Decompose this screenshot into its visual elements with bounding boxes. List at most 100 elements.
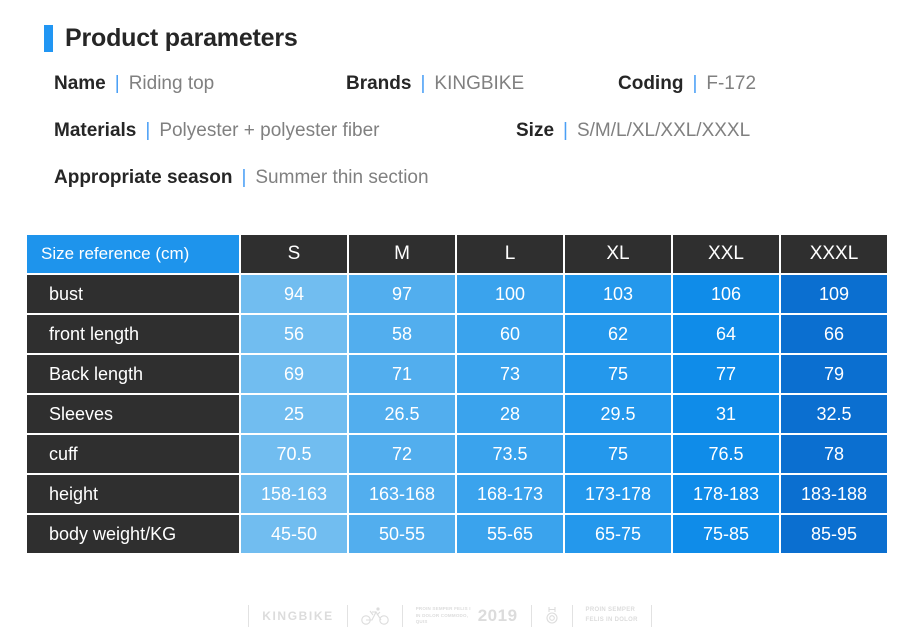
spec-key: Coding: [618, 73, 684, 94]
spec-separator: |: [114, 73, 120, 94]
footer-divider: [248, 605, 250, 627]
spec-season: Appropriate season | Summer thin section: [54, 167, 429, 189]
spec-key: Brands: [346, 73, 412, 94]
footer-branding: KINGBIKE PROIN SEMPER FELIS I IN DOLOR C…: [0, 605, 900, 627]
column-header-xxl: XXL: [673, 235, 779, 273]
cell-value: 56: [241, 315, 347, 353]
cell-value: 109: [781, 275, 887, 313]
spec-coding: Coding | F-172: [618, 73, 756, 95]
table-row: height 158-163 163-168 168-173 173-178 1…: [27, 475, 887, 513]
spec-brands: Brands | KINGBIKE: [346, 73, 618, 95]
cell-value: 32.5: [781, 395, 887, 433]
cell-value: 70.5: [241, 435, 347, 473]
spec-value: F-172: [706, 73, 757, 94]
spec-row: Appropriate season | Summer thin section: [54, 167, 900, 214]
cell-value: 100: [457, 275, 563, 313]
column-header-xl: XL: [565, 235, 671, 273]
cell-value: 106: [673, 275, 779, 313]
cell-value: 163-168: [349, 475, 455, 513]
spec-row: Name | Riding top Brands | KINGBIKE Codi…: [54, 73, 900, 120]
table-row: front length 56 58 60 62 64 66: [27, 315, 887, 353]
footer-microtext-line1: PROIN SEMPER FELIS I: [415, 605, 471, 611]
column-header-s: S: [241, 235, 347, 273]
footer-motto-line1: PROIN SEMPER: [585, 607, 636, 614]
footer-microtext-line2: IN DOLOR COMMODO, QUIS: [415, 612, 469, 625]
column-header-l: L: [457, 235, 563, 273]
cell-value: 75: [565, 435, 671, 473]
cell-value: 168-173: [457, 475, 563, 513]
row-label: Back length: [27, 355, 239, 393]
row-label: Sleeves: [27, 395, 239, 433]
page-title: Product parameters: [0, 0, 900, 53]
cell-value: 69: [241, 355, 347, 393]
cyclist-icon: [360, 606, 389, 626]
cell-value: 29.5: [565, 395, 671, 433]
cell-value: 94: [241, 275, 347, 313]
cell-value: 183-188: [781, 475, 887, 513]
cell-value: 85-95: [781, 515, 887, 553]
cell-value: 50-55: [349, 515, 455, 553]
table-row: bust 94 97 100 103 106 109: [27, 275, 887, 313]
cell-value: 55-65: [457, 515, 563, 553]
table-row: body weight/KG 45-50 50-55 55-65 65-75 7…: [27, 515, 887, 553]
footer-brand-text: KINGBIKE: [262, 609, 334, 623]
table-corner-label: Size reference (cm): [27, 235, 239, 273]
cell-value: 97: [349, 275, 455, 313]
cell-value: 75: [565, 355, 671, 393]
cell-value: 75-85: [673, 515, 779, 553]
row-label: body weight/KG: [27, 515, 239, 553]
spec-key: Name: [54, 73, 106, 94]
footer-year: 2019: [477, 606, 518, 625]
footer-divider: [530, 605, 532, 627]
spec-key: Materials: [54, 120, 137, 141]
cell-value: 103: [565, 275, 671, 313]
cell-value: 45-50: [241, 515, 347, 553]
cell-value: 60: [457, 315, 563, 353]
cell-value: 73.5: [457, 435, 563, 473]
table-row: Sleeves 25 26.5 28 29.5 31 32.5: [27, 395, 887, 433]
footer-motto: PROIN SEMPER FELIS IN DOLOR: [586, 606, 638, 625]
page-title-text: Product parameters: [65, 24, 298, 52]
spec-value: Riding top: [128, 73, 215, 94]
footer-divider: [571, 605, 573, 627]
cell-value: 66: [781, 315, 887, 353]
cell-value: 31: [673, 395, 779, 433]
medal-icon: [545, 606, 559, 626]
spec-key: Size: [516, 120, 555, 141]
footer-microtext: PROIN SEMPER FELIS I IN DOLOR COMMODO, Q…: [416, 606, 478, 626]
column-header-m: M: [349, 235, 455, 273]
spec-list: Name | Riding top Brands | KINGBIKE Codi…: [0, 53, 900, 214]
footer-divider: [346, 605, 348, 627]
footer-motto-line2: FELIS IN DOLOR: [585, 617, 638, 623]
spec-value: S/M/L/XL/XXL/XXXL: [576, 120, 751, 141]
row-label: front length: [27, 315, 239, 353]
cell-value: 76.5: [673, 435, 779, 473]
spec-size: Size | S/M/L/XL/XXL/XXXL: [516, 120, 750, 142]
spec-separator: |: [145, 120, 151, 141]
spec-row: Materials | Polyester + polyester fiber …: [54, 120, 900, 167]
spec-key: Appropriate season: [54, 167, 233, 188]
cell-value: 173-178: [565, 475, 671, 513]
size-reference-table: Size reference (cm) S M L XL XXL XXXL bu…: [25, 233, 887, 555]
cell-value: 62: [565, 315, 671, 353]
title-accent-bar: [44, 25, 53, 52]
cell-value: 78: [781, 435, 887, 473]
cell-value: 25: [241, 395, 347, 433]
footer-divider: [650, 605, 652, 627]
table-row: Back length 69 71 73 75 77 79: [27, 355, 887, 393]
cell-value: 79: [781, 355, 887, 393]
spec-separator: |: [563, 120, 568, 141]
spec-separator: |: [420, 73, 426, 94]
cell-value: 58: [349, 315, 455, 353]
footer-divider: [401, 605, 403, 627]
cell-value: 72: [349, 435, 455, 473]
cell-value: 77: [673, 355, 779, 393]
row-label: bust: [27, 275, 239, 313]
spec-separator: |: [241, 167, 247, 188]
cell-value: 178-183: [673, 475, 779, 513]
spec-value: Summer thin section: [255, 167, 429, 188]
table-row: cuff 70.5 72 73.5 75 76.5 78: [27, 435, 887, 473]
row-label: cuff: [27, 435, 239, 473]
cell-value: 158-163: [241, 475, 347, 513]
spec-separator: |: [692, 73, 698, 94]
